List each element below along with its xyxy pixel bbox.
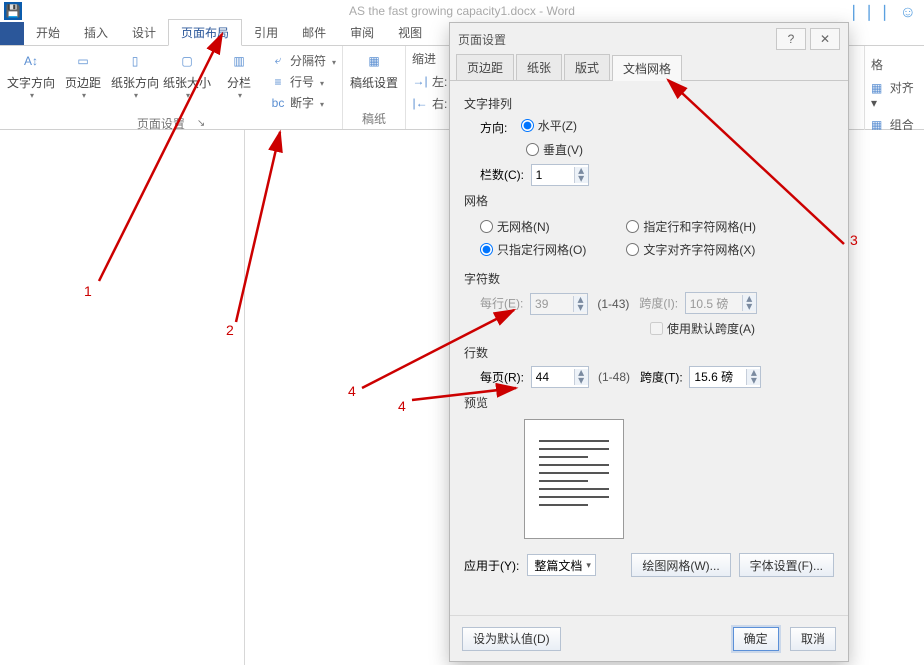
hyphenation-button[interactable]: bc断字 [270, 94, 336, 111]
dlg-tab-margins[interactable]: 页边距 [456, 54, 514, 80]
group-page-setup: A↕ 文字方向 ▭ 页边距 ▯ 纸张方向 ▢ 纸张大小 ▥ 分栏 ⤶分隔符 ≡行… [0, 46, 343, 129]
margins-button[interactable]: ▭ 页边距 [58, 50, 108, 113]
section-lines: 行数 [464, 344, 834, 361]
group-label-genko: 稿纸 [362, 110, 386, 127]
columns-field[interactable]: ▴▾ [531, 164, 589, 186]
tab-page-layout[interactable]: 页面布局 [168, 19, 242, 46]
help-button[interactable]: ? [776, 28, 806, 50]
pitch-i-label: 跨度(I): [639, 297, 678, 311]
tab-home[interactable]: 开始 [24, 20, 72, 45]
line-numbers-icon: ≡ [270, 74, 286, 90]
indent-right-label: 右: [432, 95, 447, 112]
per-line-label: 每行(E): [480, 297, 523, 311]
align-button[interactable]: 对齐 ▾ [871, 79, 918, 110]
dialog-title: 页面设置 [458, 31, 506, 48]
radio-line-char[interactable]: 指定行和字符网格(H) [626, 218, 756, 235]
apply-to-label: 应用于(Y): [464, 557, 519, 574]
radio-vertical[interactable]: 垂直(V) [526, 141, 583, 158]
orientation-button[interactable]: ▯ 纸张方向 [110, 50, 160, 113]
columns-label: 栏数(C): [480, 168, 524, 182]
margins-icon: ▭ [72, 50, 94, 72]
dialog-tabs: 页边距 纸张 版式 文档网格 [450, 55, 848, 81]
preview-pane [524, 419, 624, 539]
apply-to-combo[interactable]: 整篇文档 [527, 554, 596, 576]
drawing-grid-button[interactable]: 绘图网格(W)... [631, 553, 730, 577]
spinner-icon[interactable]: ▴▾ [574, 167, 588, 183]
indent-left-label: 左: [432, 73, 447, 90]
annotation-2: 2 [226, 322, 234, 338]
breaks-icon: ⤶ [270, 53, 286, 69]
cancel-button[interactable]: 取消 [790, 627, 836, 651]
ok-button[interactable]: 确定 [733, 627, 779, 651]
breaks-button[interactable]: ⤶分隔符 [270, 52, 336, 69]
title-right-icons: ❘❘❘ ☺ [847, 2, 918, 24]
group-arrange: 格 对齐 ▾ 组合 ▾ 旋转 ▾ [864, 46, 924, 130]
radio-line-only[interactable]: 只指定行网格(O) [480, 241, 586, 258]
annotation-3: 3 [850, 232, 858, 248]
per-page-range: (1-48) [598, 370, 630, 384]
save-icon[interactable]: 💾 [4, 2, 22, 20]
title-bar: 💾 AS the fast growing capacity1.docx - W… [0, 0, 924, 22]
section-text-direction: 文字排列 [464, 95, 834, 112]
pitch-t-field[interactable]: ▴▾ [689, 366, 761, 388]
columns-icon: ▥ [228, 50, 250, 72]
close-button[interactable]: ✕ [810, 28, 840, 50]
dlg-tab-paper[interactable]: 纸张 [516, 54, 562, 80]
paper-size-button[interactable]: ▢ 纸张大小 [162, 50, 212, 113]
dialog-title-bar[interactable]: 页面设置 ? ✕ [450, 23, 848, 55]
dlg-tab-grid[interactable]: 文档网格 [612, 55, 682, 81]
pitch-t-label: 跨度(T): [640, 370, 683, 384]
arrange-truncated-label: 格 [871, 56, 918, 73]
file-tab[interactable] [0, 21, 24, 45]
radio-horizontal[interactable]: 水平(Z) [521, 117, 577, 134]
radio-char-align[interactable]: 文字对齐字符网格(X) [626, 241, 755, 258]
tab-design[interactable]: 设计 [120, 20, 168, 45]
group-genko: ▦ 稿纸设置 稿纸 [343, 46, 406, 129]
text-direction-button[interactable]: A↕ 文字方向 [6, 50, 56, 113]
section-grid: 网格 [464, 192, 834, 209]
dlg-tab-layout[interactable]: 版式 [564, 54, 610, 80]
dialog-body: 文字排列 方向: 水平(Z) 垂直(V) 栏数(C): ▴▾ 网格 无网格 [450, 81, 848, 615]
font-settings-button[interactable]: 字体设置(F)... [739, 553, 834, 577]
annotation-4a: 4 [348, 383, 356, 399]
set-default-button[interactable]: 设为默认值(D) [462, 627, 561, 651]
window-title: AS the fast growing capacity1.docx - Wor… [349, 4, 575, 18]
paper-size-icon: ▢ [176, 50, 198, 72]
tab-review[interactable]: 审阅 [338, 20, 386, 45]
spinner-icon[interactable]: ▴▾ [574, 369, 588, 385]
section-preview: 预览 [464, 394, 834, 411]
orientation-icon: ▯ [124, 50, 146, 72]
line-numbers-button[interactable]: ≡行号 [270, 73, 336, 90]
page-edge-line [244, 130, 245, 665]
pitch-i-field: ▴▾ [685, 292, 757, 314]
per-line-range: (1-43) [597, 297, 629, 311]
genko-settings-button[interactable]: ▦ 稿纸设置 [349, 50, 399, 91]
tab-view[interactable]: 视图 [386, 20, 434, 45]
direction-label: 方向: [480, 121, 507, 135]
chk-default-pitch: 使用默认跨度(A) [650, 320, 755, 337]
spinner-icon: ▴▾ [573, 296, 587, 312]
page-setup-dialog: 页面设置 ? ✕ 页边距 纸张 版式 文档网格 文字排列 方向: 水平(Z) 垂… [449, 22, 849, 662]
tab-insert[interactable]: 插入 [72, 20, 120, 45]
annotation-4b: 4 [398, 398, 406, 414]
spinner-icon: ▴▾ [742, 295, 756, 311]
hyphenation-icon: bc [270, 95, 286, 111]
radio-no-grid[interactable]: 无网格(N) [480, 218, 550, 235]
per-page-label: 每页(R): [480, 370, 524, 384]
page-setup-dialog-launcher[interactable]: ↘ [197, 118, 205, 129]
section-chars: 字符数 [464, 270, 834, 287]
text-direction-icon: A↕ [20, 50, 42, 72]
genko-icon: ▦ [363, 50, 385, 72]
per-page-field[interactable]: ▴▾ [531, 366, 589, 388]
tab-mail[interactable]: 邮件 [290, 20, 338, 45]
indent-right-icon: |← [412, 95, 428, 111]
spinner-icon[interactable]: ▴▾ [746, 369, 760, 385]
dialog-footer: 设为默认值(D) 确定 取消 [450, 615, 848, 661]
annotation-1: 1 [84, 283, 92, 299]
per-line-field: ▴▾ [530, 293, 588, 315]
tab-references[interactable]: 引用 [242, 20, 290, 45]
columns-button[interactable]: ▥ 分栏 [214, 50, 264, 113]
indent-left-icon: →| [412, 73, 428, 89]
